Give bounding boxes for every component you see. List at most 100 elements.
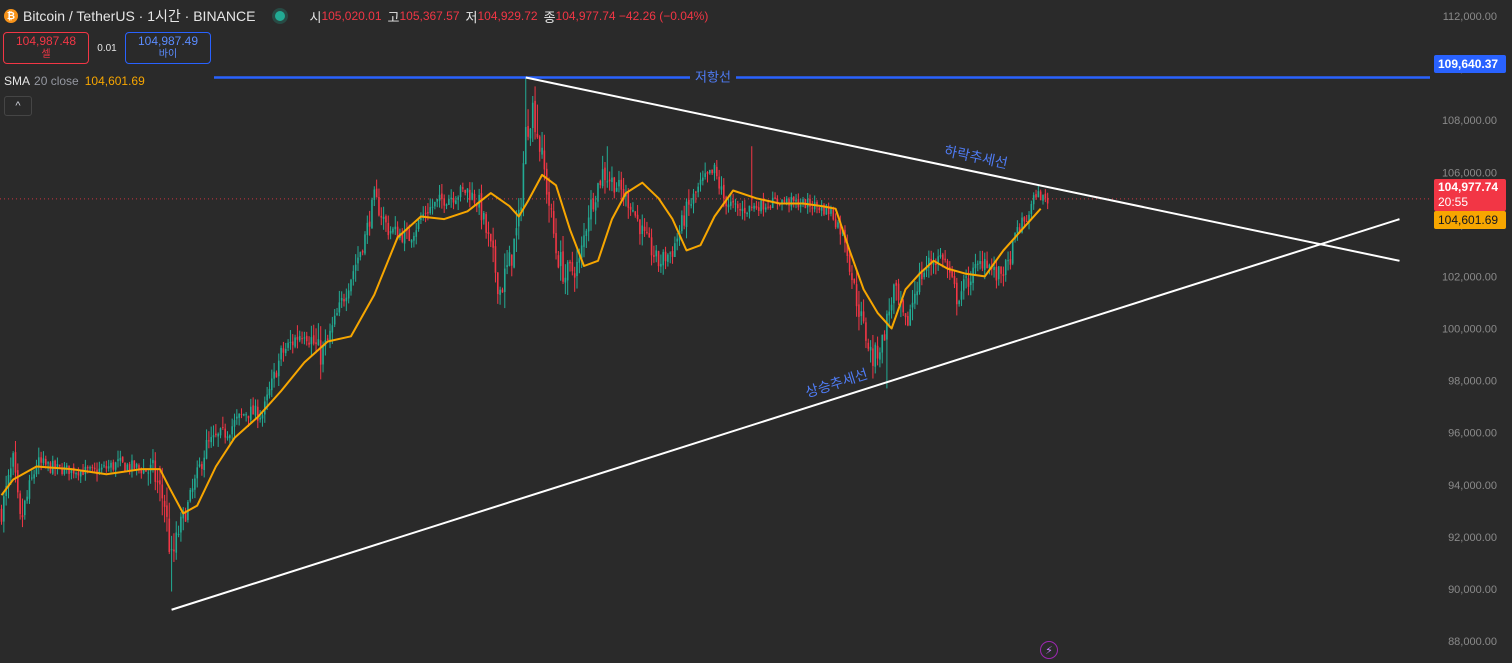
candle-body xyxy=(706,172,709,174)
candle-body xyxy=(639,219,641,235)
candle-body xyxy=(378,197,380,216)
candle-body xyxy=(371,199,373,229)
candle-body xyxy=(100,467,103,470)
candle-body xyxy=(394,226,397,230)
candle-body xyxy=(911,302,914,308)
candle-body xyxy=(741,208,744,212)
candle-body xyxy=(601,169,604,187)
candle-body xyxy=(695,191,697,193)
candle-body xyxy=(674,243,676,258)
candle-body xyxy=(152,459,154,464)
candle-body xyxy=(105,466,108,469)
candle-body xyxy=(163,500,166,507)
candle-body xyxy=(979,261,981,264)
candle-body xyxy=(3,496,5,522)
candle-body xyxy=(310,337,313,345)
sma-legend[interactable]: SMA 20 close 104,601.69 xyxy=(4,74,145,88)
candle-body xyxy=(1046,197,1049,204)
candle-body xyxy=(375,188,378,198)
candle-body xyxy=(373,189,376,200)
candle-body xyxy=(114,462,117,470)
buy-label: 바이 xyxy=(158,49,178,60)
candle-body xyxy=(44,458,47,465)
candle-body xyxy=(783,200,786,202)
candle-body xyxy=(455,200,457,204)
candle-body xyxy=(345,297,348,302)
resistance-price-tag: 109,640.37 xyxy=(1434,55,1506,73)
collapse-legend-button[interactable]: ^ xyxy=(4,96,32,116)
price-chart[interactable]: 88,000.00 90,000.00 92,000.00 94,000.00 96,0… xyxy=(0,0,1512,663)
candle-body xyxy=(184,512,187,522)
candle-body xyxy=(569,261,571,264)
candle-body xyxy=(594,202,597,211)
candle-body xyxy=(646,231,648,233)
candle-body xyxy=(566,262,569,281)
candle-body xyxy=(697,186,699,193)
candle-body xyxy=(368,221,371,227)
candle-body xyxy=(657,251,660,267)
candle-body xyxy=(366,222,369,236)
candle-body xyxy=(126,464,129,471)
candle-body xyxy=(690,204,692,206)
candle-body xyxy=(217,433,219,437)
candle-body xyxy=(1016,227,1019,233)
candle-body xyxy=(935,263,937,266)
candle-body xyxy=(35,466,38,475)
candle-body xyxy=(527,126,529,137)
candle-body xyxy=(86,467,89,469)
buy-price: 104,987.49 xyxy=(137,34,199,48)
candle-body xyxy=(350,279,352,292)
sell-button[interactable]: 104,987.48 셀 xyxy=(3,32,89,64)
sma-name: SMA xyxy=(4,74,31,88)
candle-body xyxy=(962,279,965,291)
candle-body xyxy=(709,169,711,174)
candle-body xyxy=(131,460,133,471)
candle-body xyxy=(389,231,392,234)
candle-body xyxy=(669,252,672,254)
candle-body xyxy=(811,207,814,209)
candle-body xyxy=(907,316,909,326)
candle-body xyxy=(198,464,201,467)
candle-body xyxy=(660,263,662,267)
candle-body xyxy=(951,270,953,277)
candle-body xyxy=(296,336,299,340)
candle-body xyxy=(359,252,362,258)
candle-body xyxy=(180,516,182,533)
candle-body xyxy=(410,239,413,243)
candle-body xyxy=(1032,195,1035,205)
candle-body xyxy=(436,199,439,202)
candle-body xyxy=(727,204,730,208)
candle-body xyxy=(762,199,765,210)
candle-body xyxy=(886,313,888,340)
flash-icon[interactable]: ⚡ xyxy=(1040,641,1058,659)
candle-body xyxy=(357,257,359,264)
candle-body xyxy=(869,346,872,351)
candle-body xyxy=(473,193,476,203)
market-status-icon[interactable] xyxy=(275,11,286,21)
candle-body xyxy=(524,127,527,165)
candle-body xyxy=(531,102,534,129)
candle-body xyxy=(704,173,706,177)
candle-body xyxy=(615,187,618,192)
candle-body xyxy=(641,225,644,235)
candle-body xyxy=(499,289,501,295)
candle-body xyxy=(215,433,217,436)
y-tick-label: 98,000.00 xyxy=(1448,376,1497,388)
candle-body xyxy=(1011,240,1014,264)
candle-body xyxy=(764,207,767,210)
candle-body xyxy=(47,462,49,464)
candle-body xyxy=(287,342,289,348)
symbol-title[interactable]: Bitcoin / TetherUS · 1시간 · BINANCE xyxy=(23,6,255,26)
candle-body xyxy=(522,163,525,207)
candle-body xyxy=(1023,217,1026,222)
buy-button[interactable]: 104,987.49 바이 xyxy=(125,32,211,64)
candle-body xyxy=(380,215,383,218)
candle-body xyxy=(655,250,658,257)
candle-body xyxy=(529,128,532,139)
y-tick-label: 100,000.00 xyxy=(1442,324,1497,336)
candle-body xyxy=(431,206,434,208)
candle-body xyxy=(252,405,254,415)
candle-body xyxy=(65,465,68,468)
candle-body xyxy=(361,250,364,253)
candle-body xyxy=(837,222,839,228)
